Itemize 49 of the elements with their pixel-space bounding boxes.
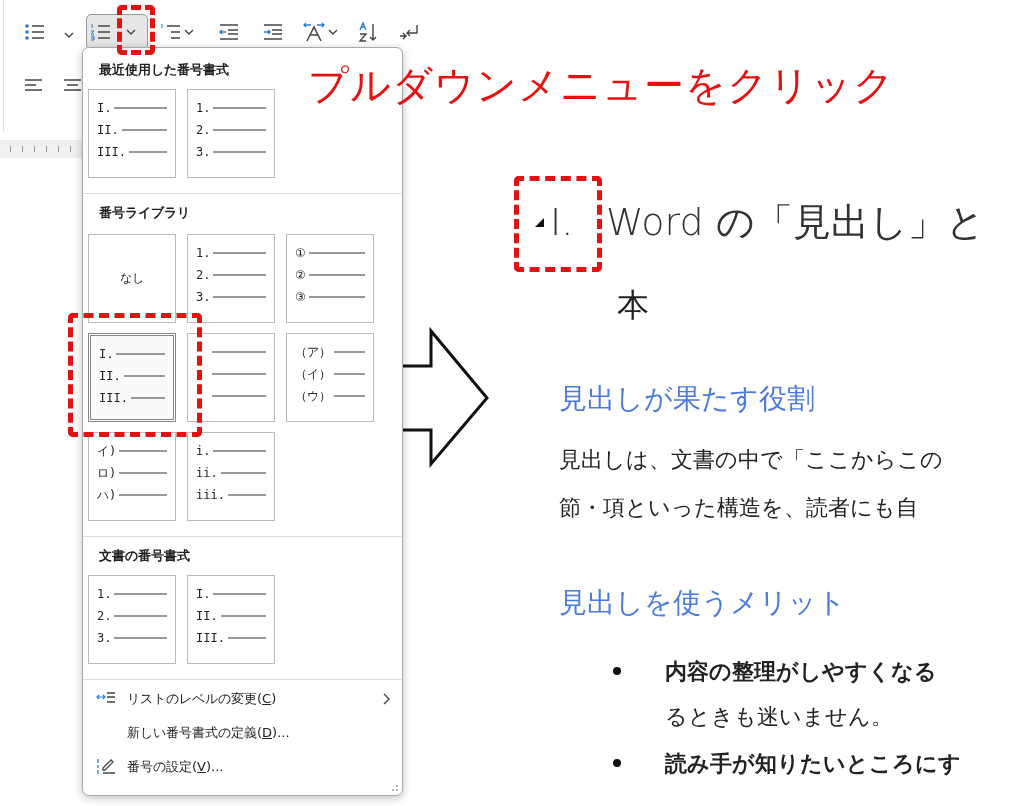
bullet-dot <box>613 667 621 675</box>
numbering-style-option[interactable]: I. II. III. <box>88 89 176 178</box>
chevron-down-icon[interactable] <box>126 29 136 35</box>
paragraph-line: 見出しは、文書の中で「ここからこの <box>559 446 944 474</box>
text-direction-icon[interactable] <box>302 21 326 43</box>
numbering-style-option[interactable]: イ) ロ) ハ) <box>88 432 176 521</box>
bullet-list-icon[interactable] <box>24 22 46 42</box>
resize-grip-icon[interactable] <box>391 784 399 792</box>
paragraph-line: 節・項といった構造を、読者にも自 <box>559 494 919 522</box>
menu-item[interactable]: 新しい番号書式の定義(D)... <box>83 716 402 750</box>
section-title: 番号ライブラリ <box>99 204 191 222</box>
heading-text: Word の「見出し」と <box>606 198 985 246</box>
paragraph-mark-icon[interactable] <box>398 22 420 42</box>
subheading: 見出しを使うメリット <box>559 585 847 621</box>
numbering-style-option[interactable]: ① ② ③ <box>286 234 374 323</box>
bullet-dot <box>613 759 621 767</box>
chevron-down-icon[interactable] <box>328 29 338 35</box>
section-title: 文書の番号書式 <box>99 547 191 565</box>
numbering-style-option[interactable]: （ア） （イ） （ウ） <box>286 333 374 422</box>
heading-number: I. <box>550 200 575 244</box>
increase-indent-icon[interactable] <box>262 22 284 42</box>
section-title: 最近使用した番号書式 <box>99 61 230 79</box>
decrease-indent-icon[interactable] <box>218 22 240 42</box>
subheading: 見出しが果たす役割 <box>559 381 816 417</box>
numbering-settings-icon <box>96 758 116 776</box>
numbering-style-option[interactable]: 1. 2. 3. <box>187 234 275 323</box>
numbering-style-option[interactable]: 1. 2. 3. <box>88 575 176 664</box>
submenu-chevron-icon <box>383 693 390 705</box>
annotation-text: プルダウンメニューをクリック <box>308 61 895 110</box>
numbering-style-option[interactable] <box>187 333 275 422</box>
multilevel-list-icon[interactable] <box>160 22 182 42</box>
menu-item[interactable]: リストのレベルの変更(C) <box>83 682 402 716</box>
bullet-text: るときも迷いません。 <box>665 703 894 731</box>
bullet-text: 内容の整理がしやすくなる <box>665 657 937 686</box>
chevron-down-icon[interactable] <box>184 29 194 35</box>
collapse-triangle-icon[interactable] <box>535 217 544 227</box>
body-text: 本 <box>617 285 650 326</box>
bullet-text: 読み手が知りたいところにす <box>665 749 961 778</box>
list-level-icon <box>96 692 116 706</box>
numbering-style-option[interactable]: i. ii. iii. <box>187 432 275 521</box>
numbering-style-option[interactable]: なし <box>88 234 176 323</box>
chevron-down-icon[interactable] <box>64 31 74 38</box>
menu-item[interactable]: 番号の設定(V)... <box>83 750 402 784</box>
numbering-style-option[interactable]: I. II. III. <box>88 333 176 422</box>
numbered-list-icon[interactable] <box>90 22 112 42</box>
highlight-frame <box>117 5 155 55</box>
numbering-style-option[interactable]: I. II. III. <box>187 575 275 664</box>
numbering-style-option[interactable]: 1. 2. 3. <box>187 89 275 178</box>
numbering-button[interactable] <box>86 14 148 50</box>
